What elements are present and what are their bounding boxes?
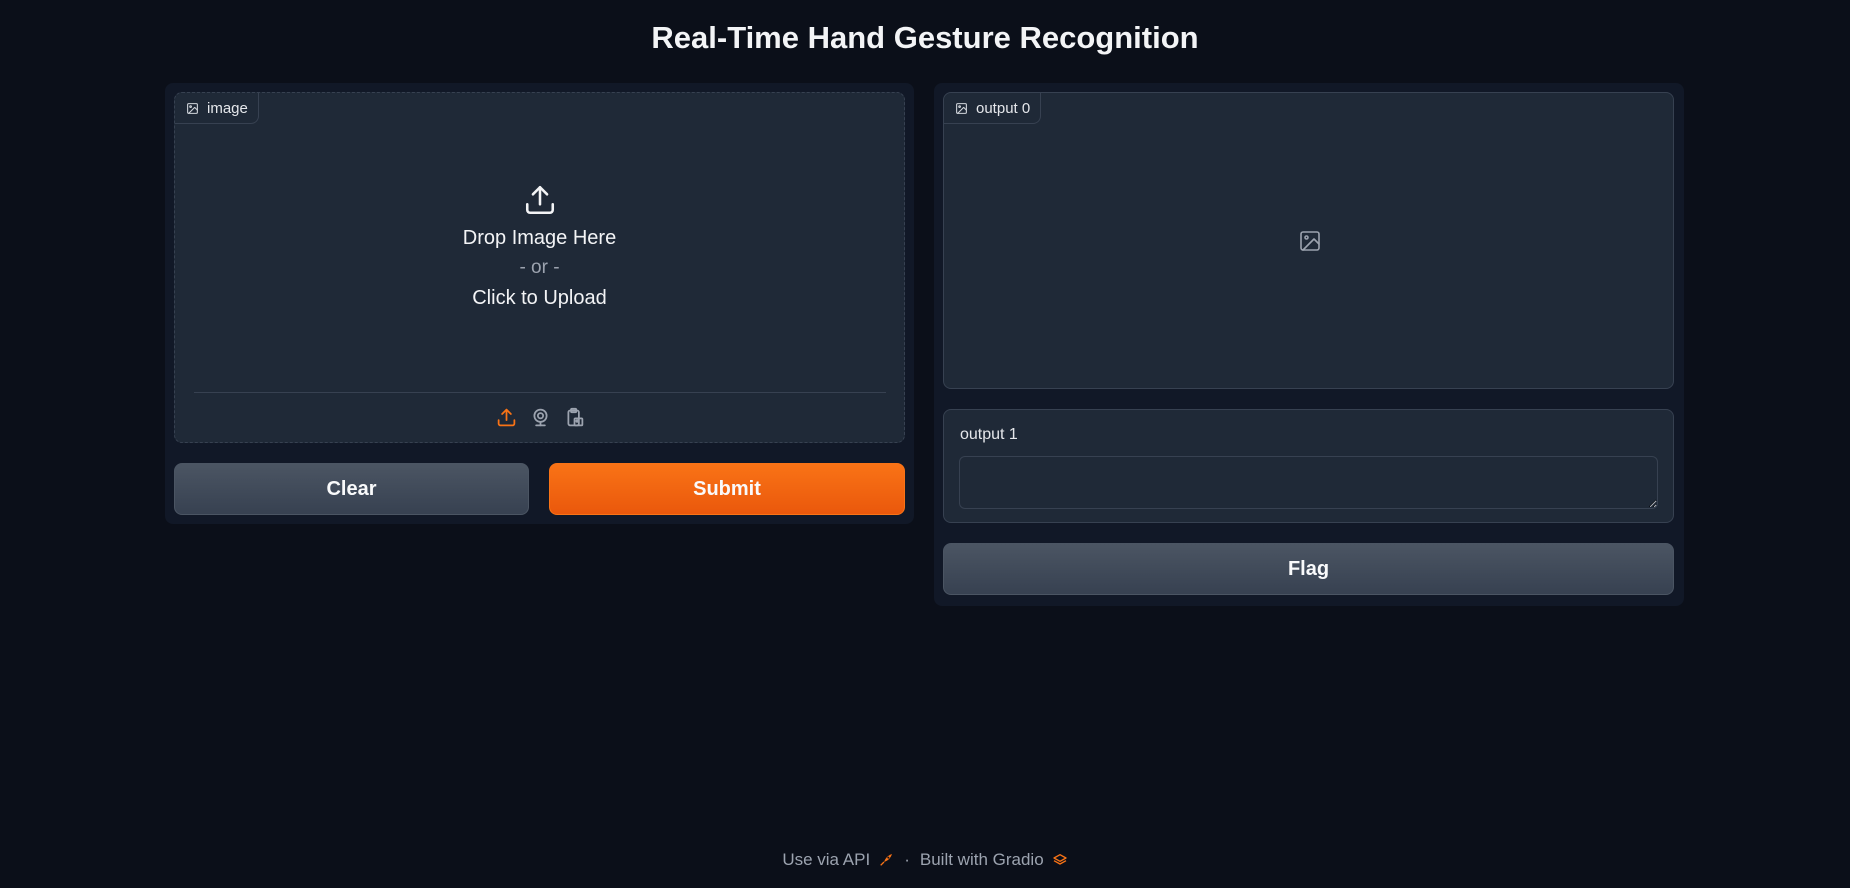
use-via-api-link[interactable]: Use via API: [782, 850, 894, 870]
image-icon: [187, 102, 198, 114]
image-upload-dropzone[interactable]: image Drop Image Here - or - Click to Up…: [174, 92, 905, 443]
image-icon: [956, 102, 967, 114]
use-via-api-text: Use via API: [782, 850, 871, 869]
upload-source-icon[interactable]: [496, 407, 517, 428]
submit-button[interactable]: Submit: [549, 463, 905, 515]
output-text-block: output 1: [943, 409, 1674, 523]
click-to-upload-text: Click to Upload: [472, 287, 607, 309]
output-text-label: output 1: [960, 426, 1018, 443]
built-with-gradio-link[interactable]: Built with Gradio: [920, 850, 1068, 870]
upload-icon: [525, 185, 554, 215]
rocket-icon: [880, 854, 893, 866]
gradio-logo-icon: [1052, 854, 1067, 865]
output-image-label-text: output 0: [976, 99, 1031, 117]
source-selector: [194, 392, 886, 442]
footer: Use via API · Built with Gradio: [0, 850, 1850, 870]
footer-separator: ·: [904, 850, 910, 869]
webcam-icon[interactable]: [530, 407, 551, 428]
built-with-gradio-text: Built with Gradio: [919, 850, 1044, 869]
or-text: - or -: [519, 257, 560, 278]
clipboard-icon[interactable]: [564, 407, 585, 428]
clear-button[interactable]: Clear: [174, 463, 529, 515]
output-image-label: output 0: [944, 93, 1042, 124]
page-title: Real-Time Hand Gesture Recognition: [651, 20, 1199, 55]
output-image: output 0: [943, 92, 1674, 389]
flag-button[interactable]: Flag: [943, 543, 1674, 595]
empty-image-icon: [1300, 231, 1320, 251]
drop-image-text: Drop Image Here: [462, 227, 617, 249]
image-input-label: image: [175, 93, 259, 124]
upload-prompt[interactable]: Drop Image Here - or - Click to Upload: [175, 183, 904, 313]
output-panel: output 0 output 1 Flag: [934, 83, 1684, 606]
input-panel: image Drop Image Here - or - Click to Up…: [165, 83, 914, 524]
output-textbox[interactable]: [959, 456, 1658, 509]
image-input-label-text: image: [207, 99, 248, 117]
